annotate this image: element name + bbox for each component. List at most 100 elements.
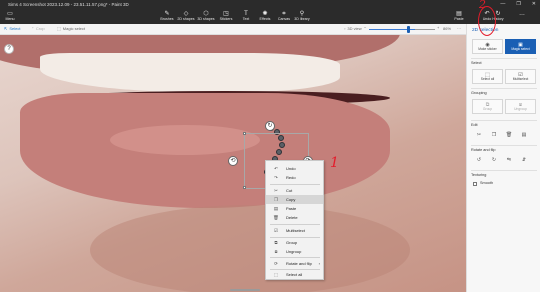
multiselect-icon: ☑ — [273, 228, 279, 233]
annotation-number-2: 2 — [479, 0, 486, 11]
magic-select-label: Magic select — [62, 26, 86, 31]
rotate-icon: ⟳ — [274, 261, 278, 266]
flip-horizontal-icon[interactable]: ⇋ — [504, 155, 514, 165]
tool-label: Canvas — [277, 17, 291, 21]
smooth-checkbox[interactable] — [473, 182, 477, 186]
panel-divider — [471, 145, 537, 146]
tool-text[interactable]: T Text — [236, 10, 256, 22]
crop-tool[interactable]: ⌜ Crop — [32, 26, 45, 31]
context-menu-copy[interactable]: ❐ Copy — [266, 195, 323, 204]
flip-vertical-icon[interactable]: ⇵ — [519, 155, 529, 165]
horizontal-scrollbar[interactable] — [230, 289, 260, 291]
context-menu-redo[interactable]: ↷ Redo — [266, 173, 323, 182]
cut-icon: ✂ — [274, 188, 278, 193]
ribbon: ▭ Menu ✎ Brushes ◇ 2D shapes ⬡ 3D shapes… — [0, 9, 540, 24]
context-menu-label: Select all — [286, 272, 303, 277]
close-button[interactable]: ✕ — [532, 1, 536, 7]
more-icon: … — [519, 11, 525, 17]
panel-divider — [471, 88, 537, 89]
rotate-handle-icon[interactable]: ↻ — [265, 121, 275, 131]
magic-select-tool[interactable]: ⬚ Magic select — [57, 26, 85, 31]
zoom-out-icon[interactable]: − — [364, 25, 366, 30]
context-menu-paste[interactable]: ▤ Paste — [266, 204, 323, 213]
cut-icon[interactable]: ✂ — [474, 130, 484, 140]
tool-label: 2D shapes — [177, 17, 195, 21]
make-sticker-button[interactable]: ◉ Make sticker — [472, 39, 503, 54]
select-tool[interactable]: ⇱ Select — [4, 26, 20, 31]
view-3d-icon: ▫ — [344, 26, 346, 31]
multiselect-button[interactable]: ☑ Multiselect — [505, 69, 536, 84]
magic-select-label: Magic select — [511, 47, 530, 51]
crop-label: Crop — [35, 26, 45, 31]
minimize-button[interactable]: — — [500, 1, 505, 7]
selection-toolbar: ⇱ Select ⌜ Crop ⬚ Magic select ▫ 3D view… — [0, 24, 466, 35]
context-menu-label: Redo — [286, 175, 296, 180]
section-select: Select — [471, 61, 482, 65]
context-menu-multiselect[interactable]: ☑ Multiselect — [266, 226, 323, 235]
context-menu-select-all[interactable]: ⬚ Select all — [266, 270, 323, 279]
tool-brushes[interactable]: ✎ Brushes — [157, 10, 177, 22]
tool-2d-shapes[interactable]: ◇ 2D shapes — [176, 10, 196, 22]
more-button[interactable]: … — [512, 10, 532, 18]
selection-handle[interactable] — [243, 186, 246, 189]
context-menu-rotate-flip[interactable]: ⟳ Rotate and flip › — [266, 259, 323, 268]
tool-stickers[interactable]: ◳ Stickers — [216, 10, 236, 22]
window-controls: — ❐ ✕ — [500, 1, 536, 7]
tool-canvas[interactable]: ⌗ Canvas — [274, 10, 294, 22]
help-icon[interactable]: ? — [4, 44, 14, 54]
magic-select-icon: ⬚ — [57, 26, 61, 31]
select-all-icon: ⬚ — [273, 272, 279, 277]
context-menu-label: Group — [286, 240, 298, 245]
context-menu-label: Cut — [286, 188, 293, 193]
section-texturing: Texturing — [471, 173, 487, 177]
annotation-number-1: 1 — [330, 155, 339, 171]
delete-icon[interactable]: 🗑 — [504, 130, 514, 140]
zoom-slider-thumb[interactable] — [407, 26, 410, 33]
zoom-in-icon[interactable]: + — [437, 25, 439, 30]
tool-3d-shapes[interactable]: ⬡ 3D shapes — [196, 10, 216, 22]
rotate-handle-icon[interactable]: ⟲ — [228, 156, 238, 166]
rotate-left-icon[interactable]: ↺ — [474, 155, 484, 165]
context-menu-label: Undo — [286, 166, 296, 171]
tool-3d-library[interactable]: ⚲ 3D library — [292, 10, 312, 22]
context-menu-label: Copy — [286, 197, 296, 202]
ungroup-icon: ⧈ — [274, 249, 278, 254]
paste-button[interactable]: ▤ Paste — [449, 10, 469, 22]
title-bar: Sims 4 Screenshot 2023.12.09 - 23.51.11.… — [0, 0, 540, 9]
context-menu-undo[interactable]: ↶ Undo — [266, 164, 323, 173]
chevron-right-icon: › — [318, 261, 320, 266]
rotate-right-icon[interactable]: ↻ — [489, 155, 499, 165]
context-menu-separator — [270, 224, 320, 225]
context-menu-ungroup[interactable]: ⧈ Ungroup — [266, 247, 323, 256]
tool-effects[interactable]: ✺ Effects — [255, 10, 275, 22]
context-menu-separator — [270, 184, 320, 185]
photo-chin-shadow — [90, 205, 410, 292]
selection-handle[interactable] — [243, 132, 246, 135]
context-menu-delete[interactable]: 🗑 Delete — [266, 213, 323, 222]
multiselect-label: Multiselect — [512, 77, 529, 81]
select-all-button[interactable]: ⬚ Select all — [472, 69, 503, 84]
context-menu-cut[interactable]: ✂ Cut — [266, 186, 323, 195]
paste-icon: ▤ — [273, 206, 279, 211]
more-options-icon[interactable]: ··· — [457, 26, 461, 31]
context-menu-group[interactable]: ⧉ Group — [266, 238, 323, 247]
copy-icon[interactable]: ❐ — [489, 130, 499, 140]
tool-label: 3D shapes — [197, 17, 215, 21]
undo-icon: ↶ — [274, 166, 278, 171]
group-icon: ⧉ — [274, 240, 278, 245]
tool-label: 3D library — [294, 17, 310, 21]
context-menu-label: Paste — [286, 206, 297, 211]
context-menu-label: Delete — [286, 215, 298, 220]
maximize-button[interactable]: ❐ — [516, 1, 520, 7]
window-title: Sims 4 Screenshot 2023.12.09 - 23.51.11.… — [8, 2, 129, 7]
section-rotate-flip: Rotate and flip — [471, 148, 496, 152]
paste-icon[interactable]: ▤ — [519, 130, 529, 140]
tool-label: Stickers — [219, 17, 233, 21]
ungroup-button[interactable]: ⧈ Ungroup — [505, 99, 536, 114]
panel-divider — [471, 170, 537, 171]
menu-button[interactable]: ▭ Menu — [0, 10, 20, 22]
tool-label: Text — [242, 17, 250, 21]
magic-select-button[interactable]: ▣ Magic select — [505, 39, 536, 54]
view-3d-toggle[interactable]: ▫ 3D view — [344, 26, 362, 31]
group-button[interactable]: ⧉ Group — [472, 99, 503, 114]
